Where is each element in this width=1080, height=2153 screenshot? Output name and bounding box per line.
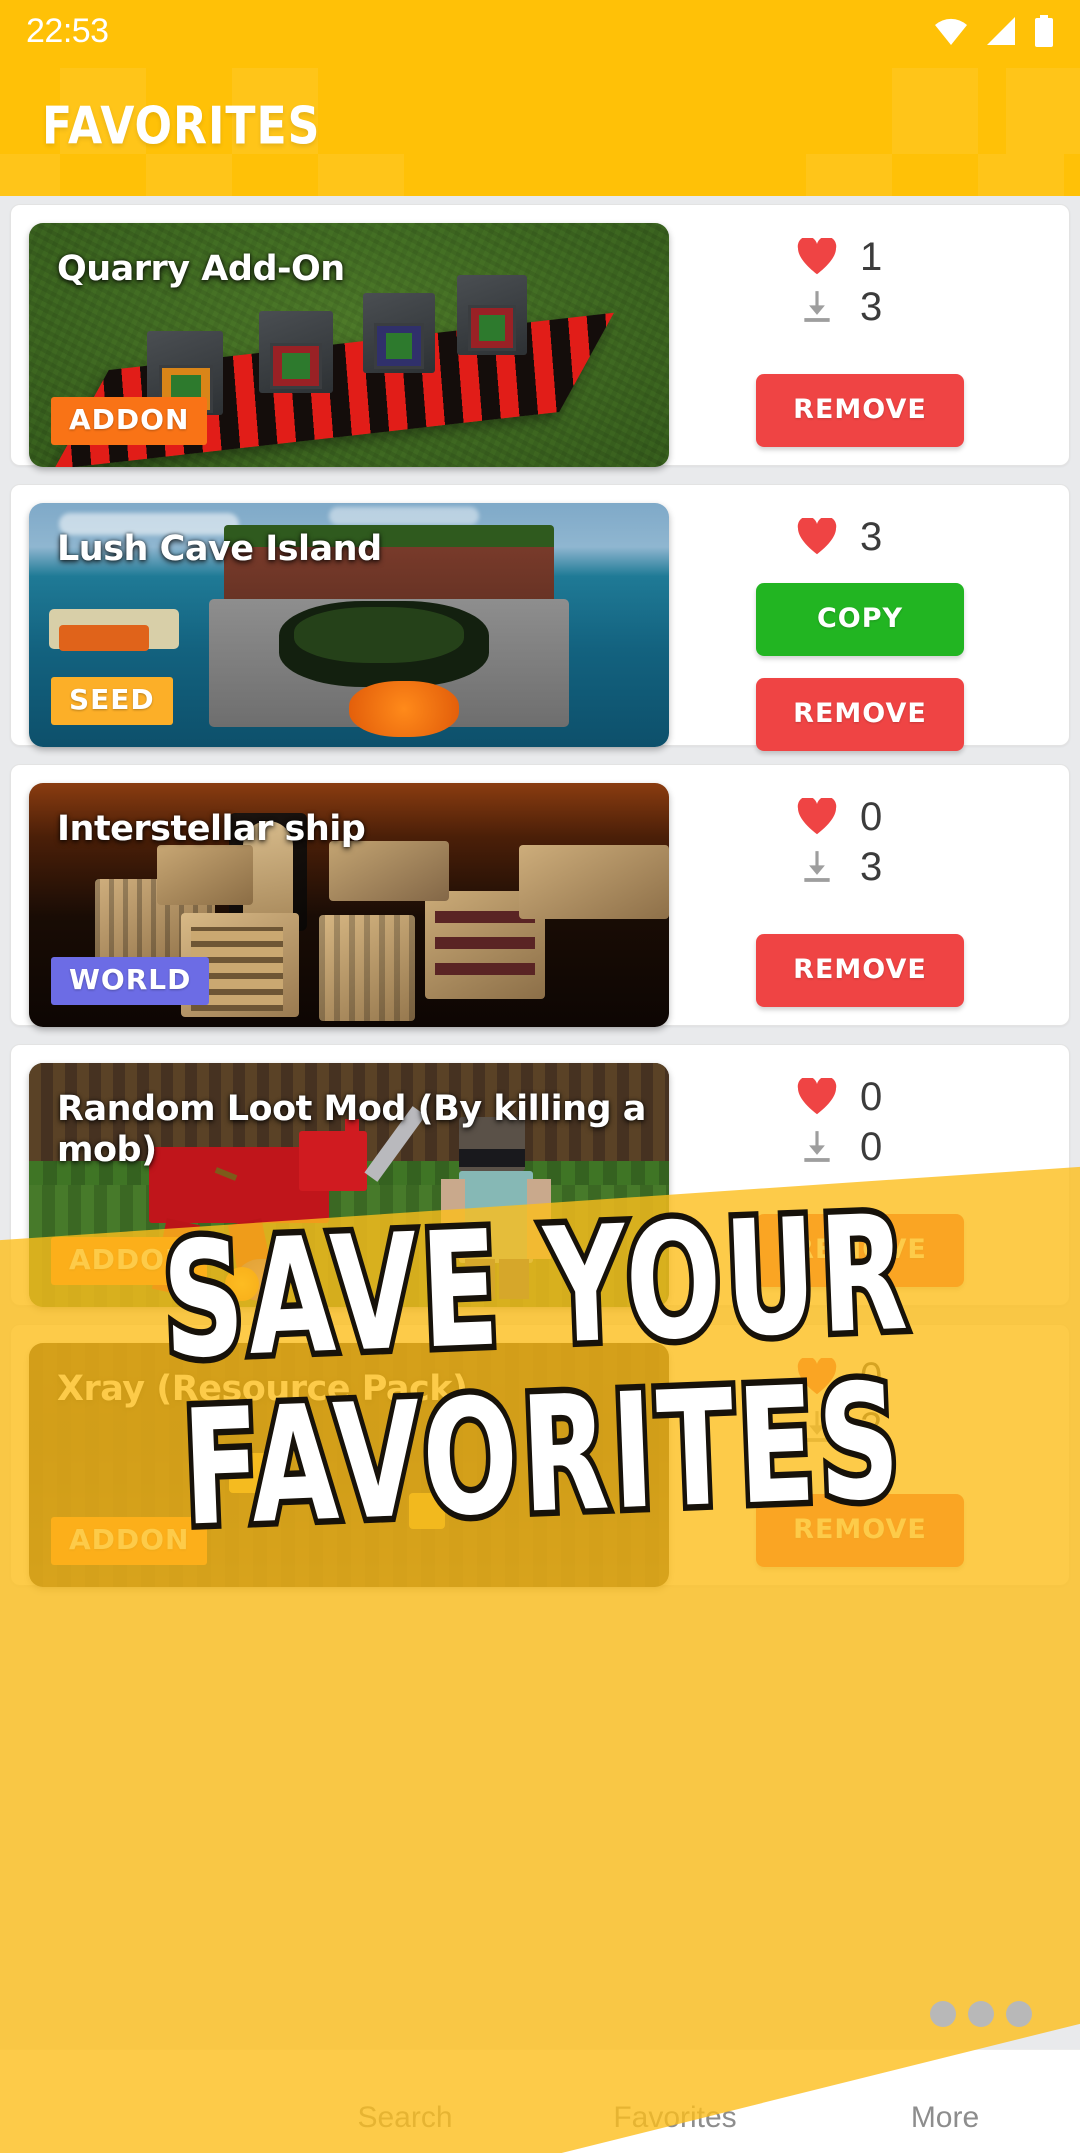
copy-button[interactable]: COPY [756, 583, 964, 656]
page-indicator-dots [930, 2001, 1032, 2027]
remove-button[interactable]: REMOVE [756, 934, 964, 1007]
page-dot [1006, 2001, 1032, 2027]
likes-stat: 1 [794, 237, 926, 277]
card-badge: ADDON [51, 397, 208, 445]
card-thumbnail[interactable]: Lush Cave Island SEED [29, 503, 669, 747]
download-icon [794, 1408, 840, 1446]
card-side-panel: 0 0 REMOVE [669, 1063, 1051, 1287]
likes-stat: 0 [794, 1357, 926, 1397]
remove-button[interactable]: REMOVE [756, 374, 964, 447]
likes-count: 0 [860, 1075, 883, 1119]
card-thumbnail[interactable]: Random Loot Mod (By killing a mob) ADDON [29, 1063, 669, 1307]
nav-item-more[interactable]: More [810, 2050, 1080, 2153]
download-icon [794, 288, 840, 326]
likes-count: 0 [860, 1355, 883, 1399]
downloads-count: 3 [860, 285, 883, 329]
likes-stat: 0 [794, 797, 926, 837]
status-clock: 22:53 [26, 11, 109, 50]
remove-button[interactable]: REMOVE [756, 1214, 964, 1287]
downloads-stat: 3 [794, 287, 926, 327]
card-thumbnail[interactable]: Quarry Add-On ADDON [29, 223, 669, 467]
downloads-stat: 2 [794, 1407, 926, 1447]
remove-button[interactable]: REMOVE [756, 1494, 964, 1567]
likes-count: 3 [860, 515, 883, 559]
favorite-card[interactable]: Lush Cave Island SEED 3 COPY REMOVE [10, 484, 1070, 751]
favorites-list[interactable]: Quarry Add-On ADDON 1 3 REMOVE Lush Cave… [0, 196, 1080, 2153]
downloads-stat: 0 [794, 1127, 926, 1167]
favorite-card[interactable]: Interstellar ship WORLD 0 3 REMOVE [10, 764, 1070, 1027]
heart-icon [794, 1078, 840, 1116]
card-side-panel: 0 3 REMOVE [669, 783, 1051, 1007]
nav-item-favorites[interactable]: Favorites [540, 2050, 810, 2153]
wifi-icon [934, 16, 968, 46]
page-dot [968, 2001, 994, 2027]
card-badge: SEED [51, 677, 173, 725]
bottom-navigation[interactable]: Search Favorites More [0, 2049, 1080, 2153]
downloads-count: 0 [860, 1125, 883, 1169]
downloads-count: 3 [860, 845, 883, 889]
card-actions: REMOVE [756, 374, 964, 447]
page-dot [930, 2001, 956, 2027]
likes-stat: 3 [794, 517, 926, 557]
favorite-card[interactable]: Quarry Add-On ADDON 1 3 REMOVE [10, 204, 1070, 467]
card-side-panel: 1 3 REMOVE [669, 223, 1051, 447]
card-actions: COPY REMOVE [756, 583, 964, 751]
heart-icon [794, 518, 840, 556]
download-icon [794, 1128, 840, 1166]
remove-button[interactable]: REMOVE [756, 678, 964, 751]
nav-item-mods[interactable] [0, 2050, 270, 2153]
nav-item-search[interactable]: Search [270, 2050, 540, 2153]
battery-icon [1034, 15, 1054, 47]
card-title: Xray (Resource Pack) [57, 1369, 468, 1409]
favorite-card[interactable]: Random Loot Mod (By killing a mob) ADDON… [10, 1044, 1070, 1307]
card-thumbnail[interactable]: Interstellar ship WORLD [29, 783, 669, 1027]
card-title: Random Loot Mod (By killing a mob) [57, 1089, 646, 1170]
favorite-card[interactable]: Xray (Resource Pack) ADDON 0 2 REMOVE [10, 1324, 1070, 1587]
card-title: Lush Cave Island [57, 529, 382, 569]
nav-label-search: Search [357, 2101, 453, 2134]
card-side-panel: 0 2 REMOVE [669, 1343, 1051, 1567]
status-icon-group [934, 15, 1054, 47]
card-badge: ADDON [51, 1517, 208, 1565]
downloads-stat: 3 [794, 847, 926, 887]
card-actions: REMOVE [756, 934, 964, 1007]
card-actions: REMOVE [756, 1494, 964, 1567]
download-icon [794, 848, 840, 886]
heart-icon [794, 1358, 840, 1396]
likes-count: 1 [860, 235, 883, 279]
status-bar: 22:53 [0, 0, 1080, 62]
downloads-count: 2 [860, 1405, 883, 1449]
likes-stat: 0 [794, 1077, 926, 1117]
card-thumbnail[interactable]: Xray (Resource Pack) ADDON [29, 1343, 669, 1587]
heart-icon [794, 798, 840, 836]
card-title: Quarry Add-On [57, 249, 345, 289]
card-actions: REMOVE [756, 1214, 964, 1287]
card-title: Interstellar ship [57, 809, 366, 849]
card-side-panel: 3 COPY REMOVE [669, 503, 1051, 751]
signal-icon [986, 16, 1016, 46]
heart-icon [794, 238, 840, 276]
card-badge: ADDON [51, 1237, 208, 1285]
likes-count: 0 [860, 795, 883, 839]
nav-label-more: More [910, 2101, 980, 2134]
page-title: FAVORITES [42, 95, 321, 156]
card-badge: WORLD [51, 957, 210, 1005]
nav-label-favorites: Favorites [613, 2101, 737, 2134]
